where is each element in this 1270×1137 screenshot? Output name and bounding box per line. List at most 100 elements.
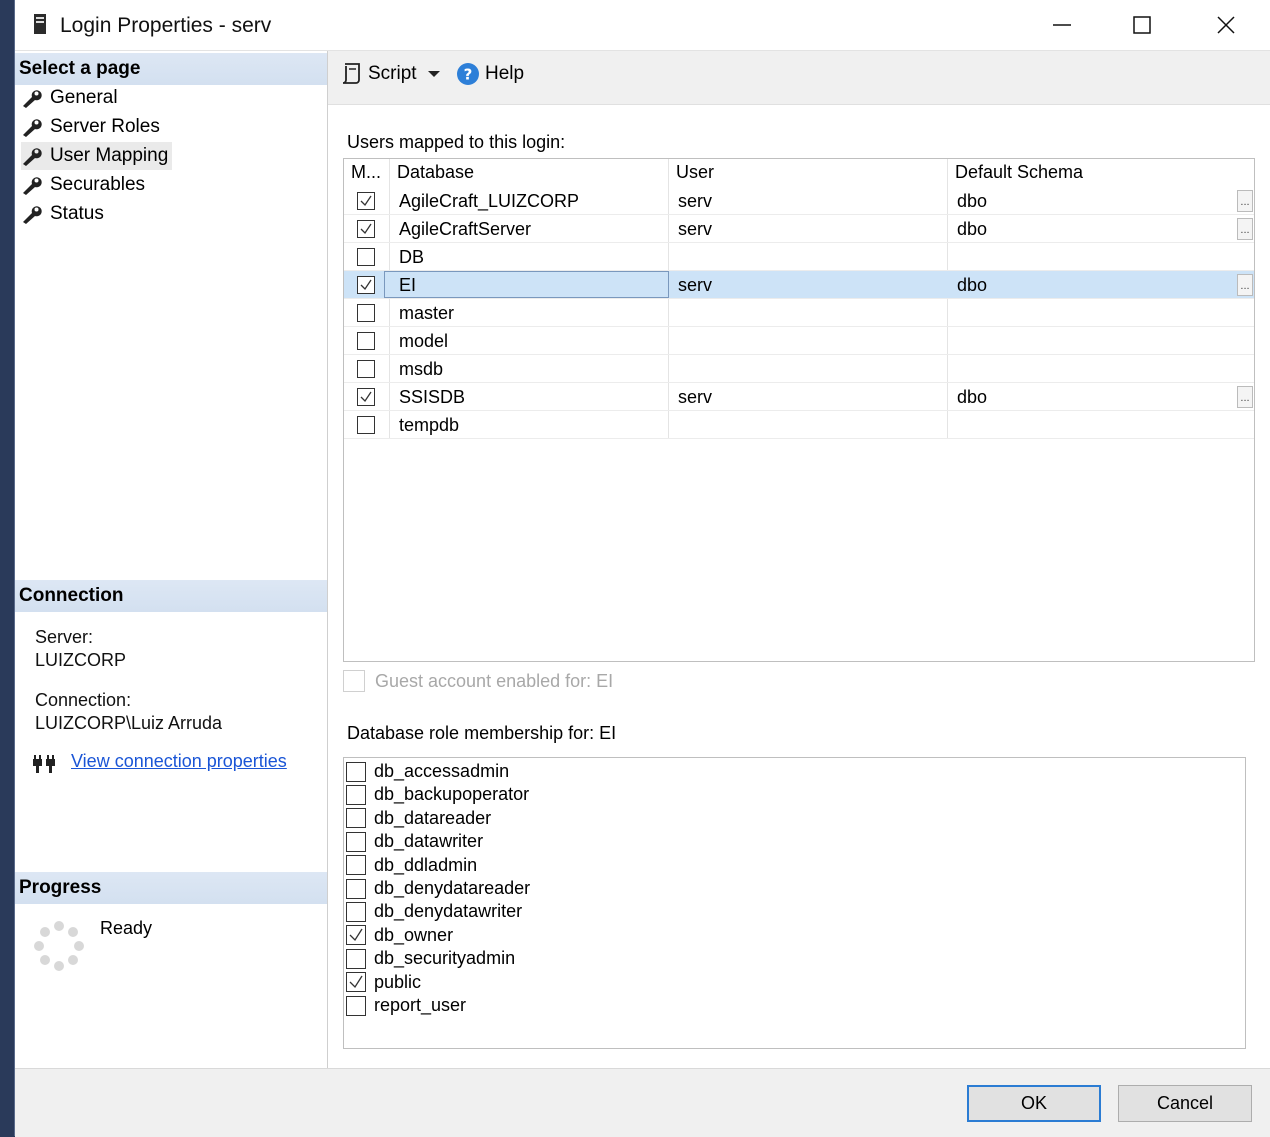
- users-mapped-grid[interactable]: M... Database User Default Schema AgileC…: [343, 158, 1255, 662]
- grid-row-model[interactable]: model: [344, 327, 1254, 355]
- col-user-header[interactable]: User: [676, 162, 714, 183]
- schema-browse-button[interactable]: ...: [1237, 386, 1253, 408]
- role-item-db-securityadmin[interactable]: db_securityadmin: [346, 947, 515, 970]
- script-button[interactable]: Script: [340, 61, 441, 87]
- role-label: db_backupoperator: [374, 784, 530, 805]
- ok-button[interactable]: OK: [967, 1085, 1101, 1122]
- schema-cell[interactable]: dbo: [957, 191, 987, 212]
- col-database-header[interactable]: Database: [397, 162, 474, 183]
- progress-header: Progress: [15, 872, 327, 904]
- map-checkbox[interactable]: [357, 416, 375, 434]
- map-checkbox[interactable]: [357, 248, 375, 266]
- schema-cell[interactable]: dbo: [957, 387, 987, 408]
- role-item-db-datareader[interactable]: db_datareader: [346, 807, 491, 830]
- login-properties-window: Login Properties - serv Select a page Ge…: [14, 0, 1270, 1137]
- wrench-icon: [23, 206, 42, 224]
- user-cell[interactable]: serv: [678, 219, 712, 240]
- role-checkbox[interactable]: [346, 995, 366, 1016]
- role-item-report-user[interactable]: report_user: [346, 994, 466, 1017]
- role-item-public[interactable]: public: [346, 971, 421, 994]
- maximize-icon: [1133, 16, 1151, 34]
- col-schema-header[interactable]: Default Schema: [955, 162, 1083, 183]
- map-checkbox[interactable]: [357, 332, 375, 350]
- page-securables[interactable]: Securables: [21, 171, 149, 199]
- help-icon: ?: [457, 63, 479, 85]
- wrench-icon: [23, 177, 42, 195]
- page-general[interactable]: General: [21, 84, 122, 112]
- grid-row-master[interactable]: master: [344, 299, 1254, 327]
- role-checkbox[interactable]: [346, 855, 366, 876]
- role-checkbox[interactable]: [346, 761, 366, 782]
- page-server-roles-label: Server Roles: [50, 116, 160, 137]
- role-item-db-accessadmin[interactable]: db_accessadmin: [346, 760, 509, 783]
- map-checkbox[interactable]: [357, 220, 375, 238]
- maximize-button[interactable]: [1107, 0, 1177, 50]
- view-connection-properties-link[interactable]: View connection properties: [71, 751, 287, 772]
- server-value: LUIZCORP: [35, 650, 127, 670]
- role-checkbox[interactable]: [346, 901, 366, 922]
- user-cell[interactable]: serv: [678, 275, 712, 296]
- role-membership-list[interactable]: db_accessadmin db_backupoperator db_datare…: [343, 757, 1246, 1049]
- grid-row-ei[interactable]: EI serv dbo...: [344, 271, 1254, 299]
- role-item-db-datawriter[interactable]: db_datawriter: [346, 830, 483, 853]
- grid-row-agilecraftserver[interactable]: AgileCraftServer serv dbo...: [344, 215, 1254, 243]
- grid-row-msdb[interactable]: msdb: [344, 355, 1254, 383]
- page-securables-label: Securables: [50, 174, 146, 195]
- grid-row-ssisdb[interactable]: SSISDB serv dbo...: [344, 383, 1254, 411]
- server-label: Server:: [35, 627, 94, 647]
- role-item-db-ddladmin[interactable]: db_ddladmin: [346, 854, 477, 877]
- script-icon: [342, 63, 360, 84]
- role-checkbox[interactable]: [346, 831, 366, 852]
- role-item-db-denydatareader[interactable]: db_denydatareader: [346, 877, 530, 900]
- connection-header: Connection: [15, 580, 327, 612]
- svg-text:?: ?: [464, 66, 473, 84]
- grid-row-tempdb[interactable]: tempdb: [344, 411, 1254, 439]
- map-checkbox[interactable]: [357, 304, 375, 322]
- role-item-db-denydatawriter[interactable]: db_denydatawriter: [346, 900, 522, 923]
- minimize-button[interactable]: [1027, 0, 1097, 50]
- page-user-mapping[interactable]: User Mapping: [21, 142, 173, 170]
- role-label: db_datareader: [374, 807, 492, 828]
- map-checkbox[interactable]: [357, 388, 375, 406]
- role-checkbox[interactable]: [346, 925, 366, 946]
- database-cell: tempdb: [399, 415, 460, 435]
- grid-row-db[interactable]: DB: [344, 243, 1254, 271]
- connection-value: LUIZCORP\Luiz Arruda: [35, 713, 223, 733]
- help-button[interactable]: ? Help: [456, 61, 524, 87]
- schema-browse-button[interactable]: ...: [1237, 218, 1253, 240]
- role-label: db_datawriter: [374, 831, 484, 852]
- schema-browse-button[interactable]: ...: [1237, 190, 1253, 212]
- map-checkbox[interactable]: [357, 192, 375, 210]
- user-cell[interactable]: serv: [678, 191, 712, 212]
- role-label: db_denydatawriter: [374, 901, 523, 922]
- database-cell: AgileCraftServer: [399, 219, 532, 239]
- schema-browse-button[interactable]: ...: [1237, 274, 1253, 296]
- guest-account-checkbox: Guest account enabled for: EI: [343, 670, 613, 692]
- page-server-roles[interactable]: Server Roles: [21, 113, 164, 141]
- role-checkbox[interactable]: [346, 972, 366, 993]
- wrench-icon: [23, 148, 42, 166]
- database-cell: msdb: [399, 359, 444, 379]
- checkmark-icon: [360, 391, 372, 403]
- role-item-db-backupoperator[interactable]: db_backupoperator: [346, 783, 529, 806]
- schema-cell[interactable]: dbo: [957, 219, 987, 240]
- cancel-button[interactable]: Cancel: [1118, 1085, 1252, 1122]
- close-button[interactable]: [1191, 0, 1261, 50]
- role-label: db_owner: [374, 924, 454, 945]
- map-checkbox[interactable]: [357, 360, 375, 378]
- role-checkbox[interactable]: [346, 948, 366, 969]
- title-bar: Login Properties - serv: [15, 0, 1270, 51]
- role-item-db-owner[interactable]: db_owner: [346, 924, 453, 947]
- page-status[interactable]: Status: [21, 200, 108, 228]
- users-mapped-label: Users mapped to this login:: [347, 132, 566, 152]
- role-checkbox[interactable]: [346, 784, 366, 805]
- col-map-header[interactable]: M...: [351, 162, 381, 183]
- user-cell[interactable]: serv: [678, 387, 712, 408]
- role-checkbox[interactable]: [346, 878, 366, 899]
- role-checkbox[interactable]: [346, 808, 366, 829]
- minimize-icon: [1053, 24, 1071, 26]
- schema-cell[interactable]: dbo: [957, 275, 987, 296]
- grid-row-agilecraft-luizcorp[interactable]: AgileCraft_LUIZCORP serv dbo...: [344, 187, 1254, 215]
- map-checkbox[interactable]: [357, 276, 375, 294]
- role-label: public: [374, 971, 422, 992]
